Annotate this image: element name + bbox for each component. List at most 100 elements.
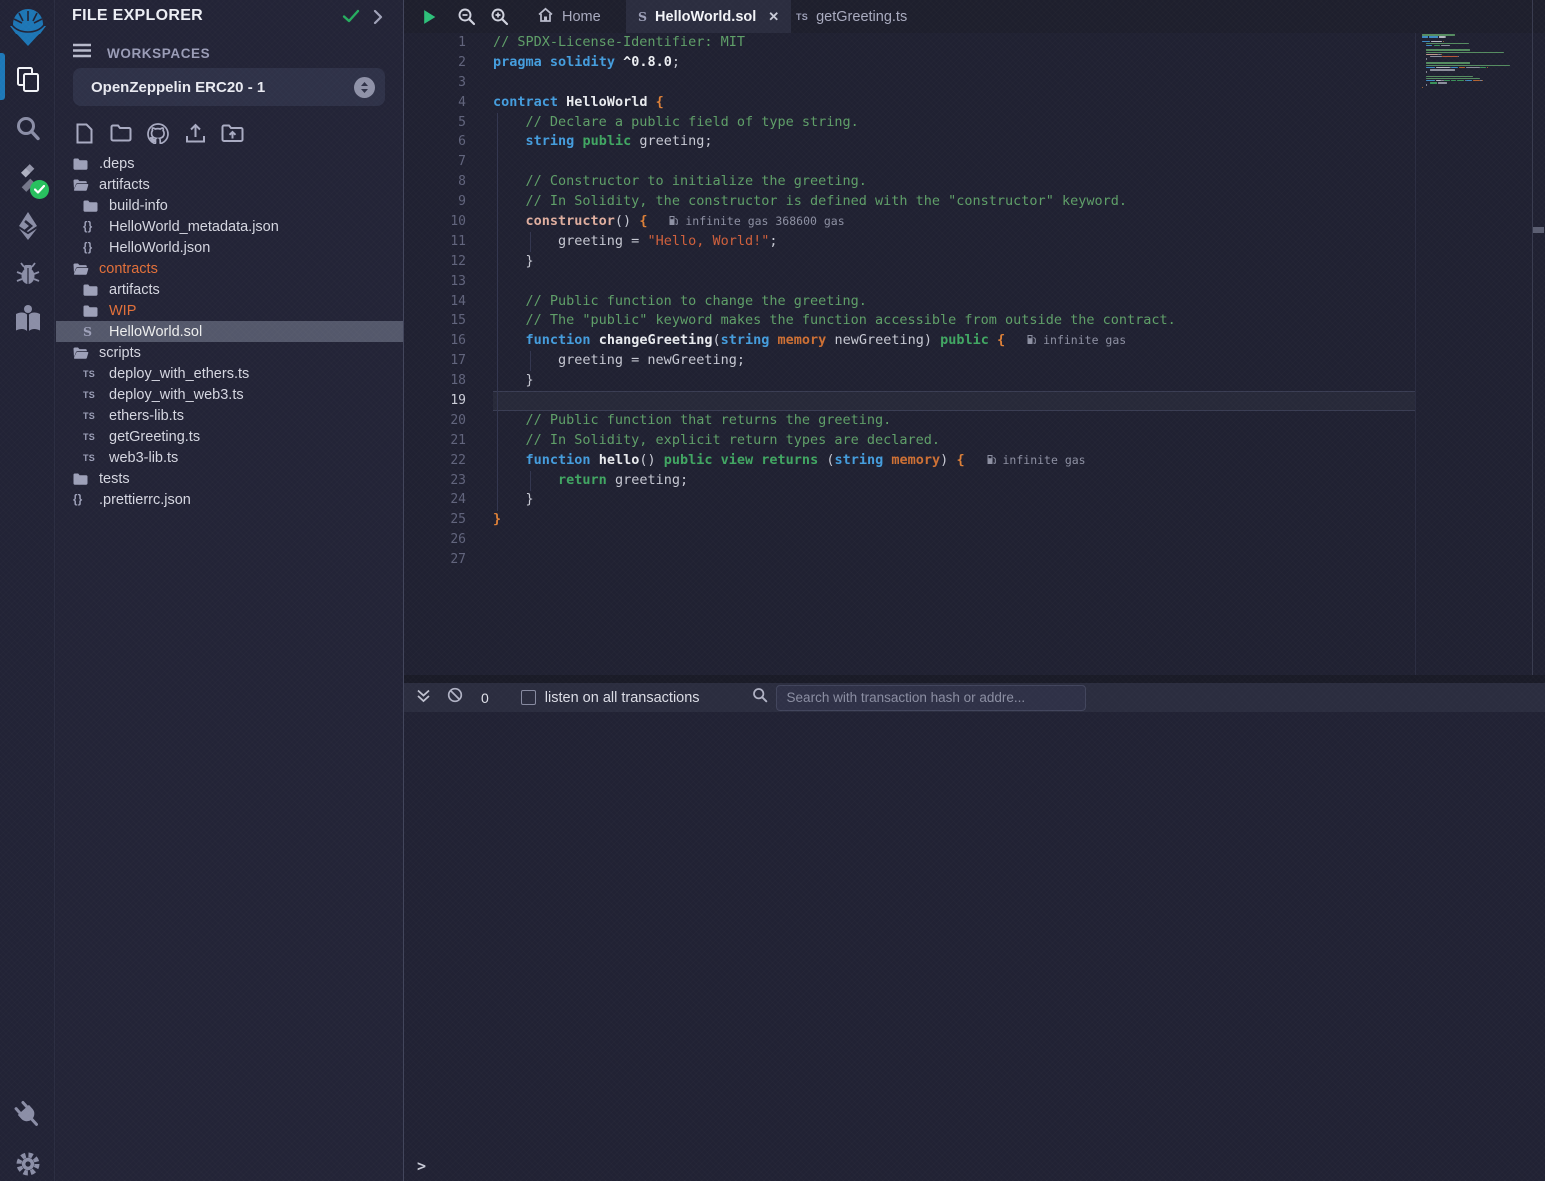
remix-logo-icon[interactable] (0, 3, 55, 55)
tree-item-artifacts[interactable]: artifacts (56, 279, 403, 300)
tree-item-web3-lib-ts[interactable]: TSweb3-lib.ts (56, 447, 403, 468)
line-number[interactable]: 24 (404, 490, 493, 510)
line-number[interactable]: 8 (404, 172, 493, 192)
debugger-icon[interactable] (0, 258, 55, 290)
code-line-4[interactable]: contract HelloWorld { (493, 93, 1415, 113)
new-file-icon[interactable] (72, 121, 96, 145)
editor-scrollbar-thumb[interactable] (1533, 227, 1544, 233)
run-script-button[interactable] (421, 0, 438, 33)
terminal-output[interactable]: > (404, 712, 1545, 1181)
tree-item-deploy-with-ethers-ts[interactable]: TSdeploy_with_ethers.ts (56, 363, 403, 384)
tree-item-getgreeting-ts[interactable]: TSgetGreeting.ts (56, 426, 403, 447)
editor-gutter[interactable]: 1234567891011121314151617181920212223242… (404, 33, 493, 570)
code-line-22[interactable]: function hello() public view returns (st… (493, 451, 1415, 471)
code-line-25[interactable]: } (493, 510, 1415, 530)
line-number[interactable]: 27 (404, 550, 493, 570)
code-line-16[interactable]: function changeGreeting(string memory ne… (493, 331, 1415, 351)
code-line-19[interactable] (493, 391, 1415, 411)
tree-item-build-info[interactable]: build-info (56, 195, 403, 216)
line-number[interactable]: 18 (404, 371, 493, 391)
code-line-7[interactable] (493, 152, 1415, 172)
code-line-9[interactable]: // In Solidity, the constructor is defin… (493, 192, 1415, 212)
clear-console-icon[interactable] (447, 687, 463, 708)
tab-home[interactable]: Home (525, 0, 613, 33)
code-line-13[interactable] (493, 272, 1415, 292)
code-line-6[interactable]: string public greeting; (493, 132, 1415, 152)
minimap[interactable] (1422, 34, 1517, 93)
terminal-search-input[interactable] (776, 685, 1086, 711)
deploy-run-icon[interactable] (0, 207, 55, 245)
tree-item-helloworld-metadata-json[interactable]: { }HelloWorld_metadata.json (56, 216, 403, 237)
code-lines[interactable]: // SPDX-License-Identifier: MITpragma so… (493, 33, 1415, 570)
tree-item-tests[interactable]: tests (56, 468, 403, 489)
tree-item-artifacts[interactable]: artifacts (56, 174, 403, 195)
line-number[interactable]: 20 (404, 411, 493, 431)
hamburger-menu-icon[interactable] (72, 43, 92, 63)
tab-getgreeting-ts[interactable]: TS getGreeting.ts (784, 0, 919, 33)
line-number[interactable]: 7 (404, 152, 493, 172)
line-number[interactable]: 2 (404, 53, 493, 73)
tree-item-ethers-lib-ts[interactable]: TSethers-lib.ts (56, 405, 403, 426)
line-number[interactable]: 17 (404, 351, 493, 371)
panel-resize-handle[interactable] (403, 0, 404, 1181)
clone-github-icon[interactable] (146, 121, 170, 145)
line-number[interactable]: 25 (404, 510, 493, 530)
code-line-26[interactable] (493, 530, 1415, 550)
zoom-out-icon[interactable] (457, 0, 476, 33)
workspace-select[interactable]: OpenZeppelin ERC20 - 1 (73, 68, 385, 106)
tree-item-contracts[interactable]: contracts (56, 258, 403, 279)
line-number[interactable]: 1 (404, 33, 493, 53)
zoom-in-icon[interactable] (490, 0, 509, 33)
line-number[interactable]: 15 (404, 311, 493, 331)
line-number[interactable]: 23 (404, 471, 493, 491)
code-line-20[interactable]: // Public function that returns the gree… (493, 411, 1415, 431)
code-line-27[interactable] (493, 550, 1415, 570)
line-number[interactable]: 12 (404, 252, 493, 272)
editor-scrollbar[interactable] (1532, 0, 1545, 675)
line-number[interactable]: 11 (404, 232, 493, 252)
line-number[interactable]: 6 (404, 132, 493, 152)
line-number[interactable]: 4 (404, 93, 493, 113)
code-line-23[interactable]: return greeting; (493, 471, 1415, 491)
new-folder-icon[interactable] (109, 121, 133, 145)
line-number[interactable]: 10 (404, 212, 493, 232)
learn-icon[interactable] (0, 300, 55, 336)
line-number[interactable]: 14 (404, 292, 493, 312)
line-number[interactable]: 16 (404, 331, 493, 351)
close-tab-icon[interactable]: ✕ (768, 9, 779, 25)
terminal-resize-handle[interactable] (404, 675, 1545, 683)
tree-item--deps[interactable]: .deps (56, 153, 403, 174)
tree-item-helloworld-sol[interactable]: SHelloWorld.sol (56, 321, 403, 342)
chevron-right-icon[interactable] (372, 9, 384, 30)
code-line-14[interactable]: // Public function to change the greetin… (493, 292, 1415, 312)
code-line-1[interactable]: // SPDX-License-Identifier: MIT (493, 33, 1415, 53)
tree-item-wip[interactable]: WIP (56, 300, 403, 321)
code-line-18[interactable]: } (493, 371, 1415, 391)
line-number[interactable]: 13 (404, 272, 493, 292)
tree-item-helloworld-json[interactable]: { }HelloWorld.json (56, 237, 403, 258)
code-line-5[interactable]: // Declare a public field of type string… (493, 113, 1415, 133)
line-number[interactable]: 22 (404, 451, 493, 471)
tree-item-deploy-with-web3-ts[interactable]: TSdeploy_with_web3.ts (56, 384, 403, 405)
plugin-manager-icon[interactable] (0, 1098, 55, 1132)
search-icon[interactable] (0, 113, 55, 145)
line-number[interactable]: 21 (404, 431, 493, 451)
code-line-3[interactable] (493, 73, 1415, 93)
listen-transactions-checkbox[interactable] (521, 690, 536, 705)
line-number[interactable]: 3 (404, 73, 493, 93)
file-explorer-icon[interactable] (0, 63, 55, 97)
line-number[interactable]: 19 (404, 391, 493, 411)
code-line-24[interactable]: } (493, 490, 1415, 510)
code-line-10[interactable]: constructor() { infinite gas 368600 gas (493, 212, 1415, 232)
code-line-2[interactable]: pragma solidity ^0.8.0; (493, 53, 1415, 73)
line-number[interactable]: 26 (404, 530, 493, 550)
upload-file-icon[interactable] (183, 121, 207, 145)
code-line-11[interactable]: greeting = "Hello, World!"; (493, 232, 1415, 252)
code-line-12[interactable]: } (493, 252, 1415, 272)
tree-item--prettierrc-json[interactable]: { }.prettierrc.json (56, 489, 403, 510)
line-number[interactable]: 9 (404, 192, 493, 212)
code-line-17[interactable]: greeting = newGreeting; (493, 351, 1415, 371)
settings-gear-icon[interactable] (0, 1148, 55, 1180)
code-line-15[interactable]: // The "public" keyword makes the functi… (493, 311, 1415, 331)
upload-folder-icon[interactable] (220, 121, 244, 145)
